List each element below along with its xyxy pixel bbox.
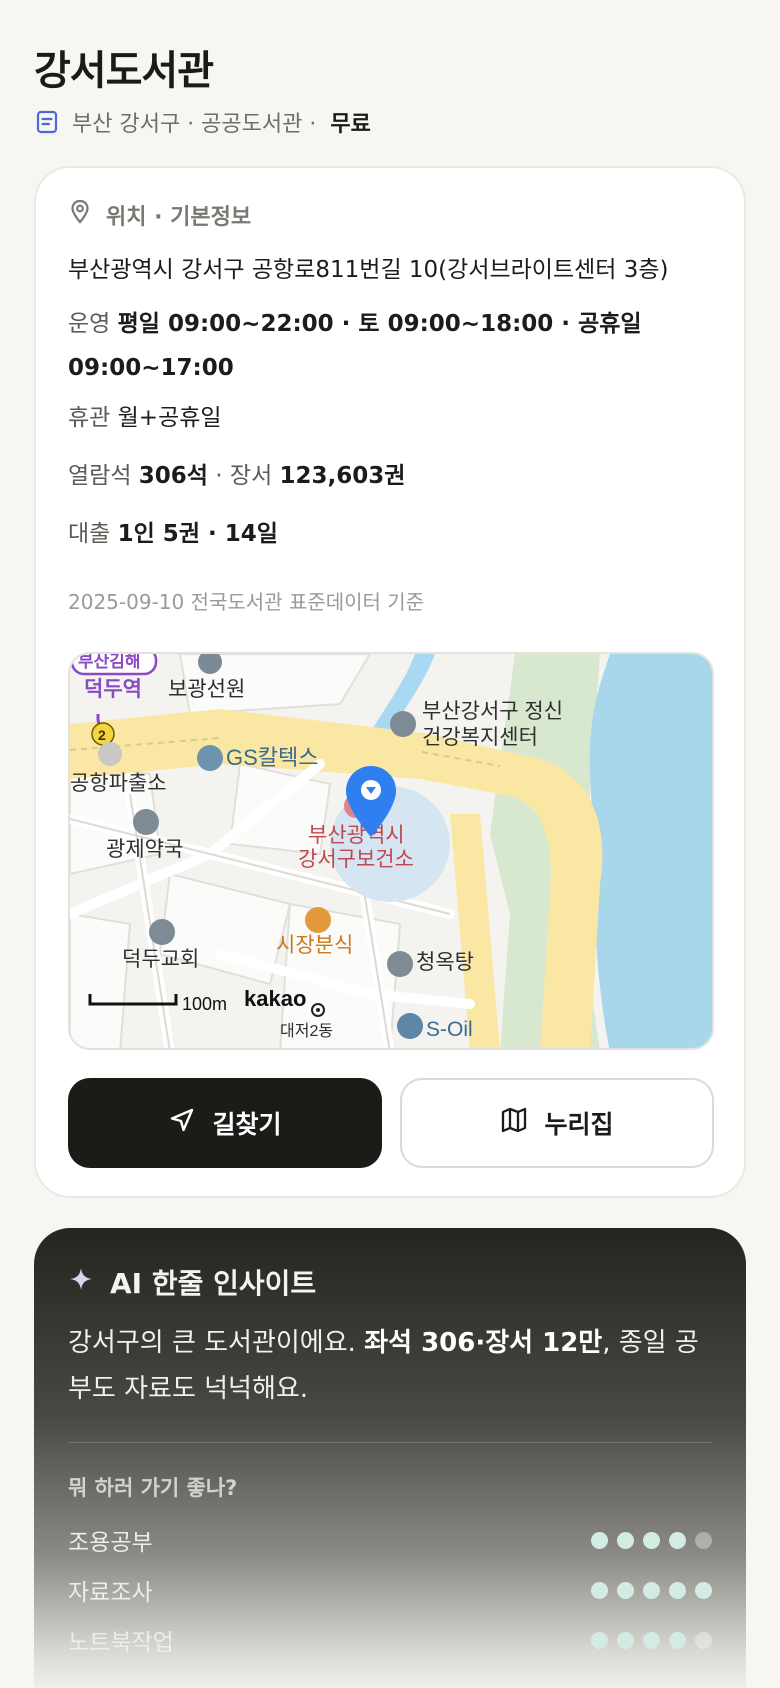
map-label-mental-health-1: 부산강서구 정신 bbox=[422, 700, 563, 723]
rating-dot-filled bbox=[617, 1581, 634, 1599]
loan-label: 대출 bbox=[68, 521, 111, 547]
seats-label: 열람석 bbox=[68, 463, 132, 489]
map-label-police: 공항파출소 bbox=[70, 772, 167, 795]
ai-title: AI 한줄 인사이트 bbox=[110, 1267, 317, 1300]
rating-label: 노트북작업 bbox=[68, 1630, 174, 1656]
rating-dot-filled bbox=[643, 1631, 660, 1649]
rating-dot-filled bbox=[617, 1531, 634, 1549]
ai-subtitle: 뭐 하러 가기 좋나? bbox=[68, 1476, 238, 1500]
meta-text: 부산 강서구 · 공공도서관 · bbox=[72, 112, 317, 137]
rating-row: 조용공부 bbox=[68, 1520, 712, 1560]
rating-dot-filled bbox=[669, 1631, 686, 1649]
rating-dot-filled bbox=[591, 1631, 608, 1649]
books-value: 123,603권 bbox=[279, 463, 406, 489]
ai-text-bold: 좌석 306·장서 12만 bbox=[364, 1328, 603, 1358]
rating-label: 조용공부 bbox=[68, 1530, 153, 1556]
page-title: 강서도서관 bbox=[34, 48, 214, 94]
closed-label: 휴관 bbox=[68, 405, 111, 431]
document-icon bbox=[34, 109, 60, 135]
page: 강서도서관 부산 강서구 · 공공도서관 · 무료 위치 · 기본정보 부산광역… bbox=[0, 0, 780, 1688]
map-label-soil: S-Oil bbox=[426, 1018, 473, 1041]
rating-dot-empty bbox=[695, 1631, 712, 1649]
rating-dot-filled bbox=[669, 1531, 686, 1549]
rating-dot-empty bbox=[695, 1531, 712, 1549]
map-label-daejeo: 대저2동 bbox=[280, 1022, 333, 1040]
loan-value: 1인 5권 · 14일 bbox=[117, 521, 278, 547]
ai-text-1: 강서구의 큰 도서관이에요. bbox=[68, 1328, 356, 1358]
map-label-pharmacy: 광제약국 bbox=[106, 838, 183, 861]
map-label-health-center-2: 강서구보건소 bbox=[298, 848, 414, 871]
map-scale-label: 100m bbox=[182, 994, 227, 1014]
capacity-row: 열람석 306석 · 장서 123,603권 bbox=[68, 454, 728, 498]
source-note: 2025-09-10 전국도서관 표준데이터 기준 bbox=[68, 590, 425, 614]
ai-summary: 강서구의 큰 도서관이에요. 좌석 306·장서 12만, 종일 공부도 자료도… bbox=[68, 1320, 708, 1412]
rating-dot-filled bbox=[591, 1581, 608, 1599]
address: 부산광역시 강서구 공항로811번길 10(강서브라이트센터 3층) bbox=[68, 257, 669, 283]
loan-row: 대출 1인 5권 · 14일 bbox=[68, 512, 728, 556]
map-label-snack: 시장분식 bbox=[276, 934, 353, 957]
rating-row: 자료조사 bbox=[68, 1570, 712, 1610]
map-line-number: 2 bbox=[98, 727, 106, 743]
library-meta: 부산 강서구 · 공공도서관 · 무료 bbox=[34, 104, 371, 140]
ai-header: AI 한줄 인사이트 bbox=[68, 1262, 316, 1302]
map-label-health-center-1: 부산광역시 bbox=[308, 824, 405, 847]
sparkle-icon bbox=[68, 1266, 94, 1299]
section-title: 위치 · 기본정보 bbox=[106, 205, 252, 230]
map-brand: kakao bbox=[244, 986, 306, 1011]
location-pin-icon bbox=[68, 199, 92, 231]
map-label-station: 덕두역 bbox=[84, 678, 142, 701]
rating-dots bbox=[591, 1581, 712, 1599]
hours-value: 평일 09:00~22:00 · 토 09:00~18:00 · 공휴일 09:… bbox=[68, 311, 642, 381]
hours-label: 운영 bbox=[68, 311, 111, 337]
hours-row: 운영 평일 09:00~22:00 · 토 09:00~18:00 · 공휴일 … bbox=[68, 302, 728, 390]
rating-dot-filled bbox=[669, 1581, 686, 1599]
map-label-line: 부산김해 bbox=[78, 654, 141, 671]
location-map[interactable]: 부산김해 덕두역 2 공항파출소 보광선원 GS칼텍스 광제약국 부산강서구 정… bbox=[68, 652, 714, 1050]
closed-row: 휴관 월+공휴일 bbox=[68, 396, 728, 440]
rating-dot-filled bbox=[643, 1581, 660, 1599]
homepage-label: 누리집 bbox=[544, 1110, 614, 1139]
rating-row: 노트북작업 bbox=[68, 1620, 712, 1660]
map-fold-icon bbox=[500, 1106, 528, 1140]
ai-insight-card: AI 한줄 인사이트 강서구의 큰 도서관이에요. 좌석 306·장서 12만,… bbox=[34, 1228, 746, 1688]
directions-button[interactable]: 길찾기 bbox=[68, 1078, 382, 1168]
closed-value: 월+공휴일 bbox=[117, 405, 222, 431]
rating-label: 자료조사 bbox=[68, 1580, 153, 1606]
ai-divider bbox=[68, 1442, 712, 1443]
rating-dot-filled bbox=[591, 1531, 608, 1549]
rating-dots bbox=[591, 1631, 712, 1649]
rating-dot-filled bbox=[695, 1581, 712, 1599]
section-header: 위치 · 기본정보 bbox=[68, 198, 251, 232]
info-card: 위치 · 기본정보 부산광역시 강서구 공항로811번길 10(강서브라이트센터… bbox=[34, 166, 746, 1198]
directions-label: 길찾기 bbox=[212, 1110, 282, 1139]
map-label-bath: 청옥탕 bbox=[416, 951, 474, 974]
seats-value: 306석 bbox=[138, 463, 208, 489]
rating-dot-filled bbox=[617, 1631, 634, 1649]
map-label-bogwang: 보광선원 bbox=[168, 678, 245, 701]
map-label-gas: GS칼텍스 bbox=[226, 745, 319, 770]
map-label-church: 덕두교회 bbox=[122, 948, 199, 971]
fee-label: 무료 bbox=[330, 112, 371, 137]
rating-dot-filled bbox=[643, 1531, 660, 1549]
navigation-arrow-icon bbox=[168, 1106, 196, 1140]
rating-dots bbox=[591, 1531, 712, 1549]
map-label-mental-health-2: 건강복지센터 bbox=[422, 726, 538, 749]
homepage-button[interactable]: 누리집 bbox=[400, 1078, 714, 1168]
books-label: · 장서 bbox=[215, 463, 273, 489]
